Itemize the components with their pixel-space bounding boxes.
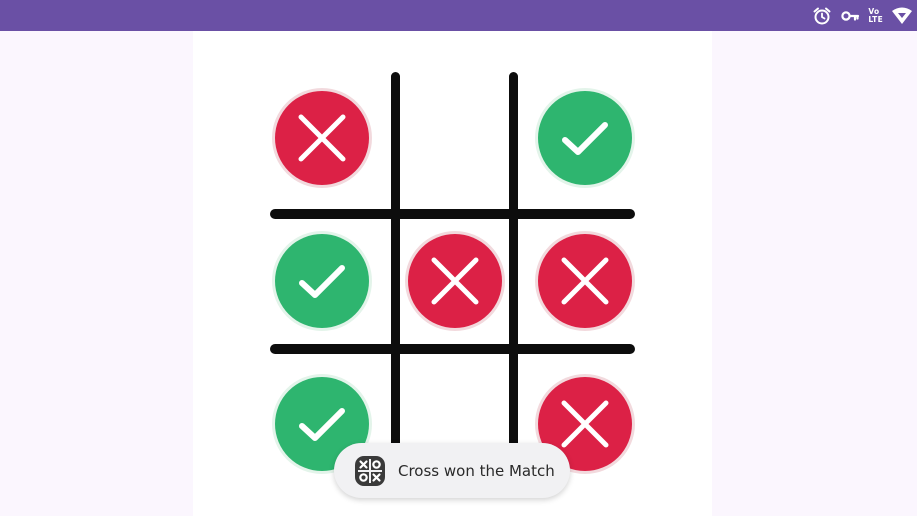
- alarm-icon: [812, 6, 832, 26]
- volte-signal-icon: Vo LTE: [868, 8, 883, 24]
- cell-top-right-check: [538, 91, 632, 185]
- wifi-signal-icon: [891, 6, 913, 26]
- cell-middle-center-cross: [408, 234, 502, 328]
- lte-label: LTE: [868, 15, 883, 24]
- grid-line-vertical-right: [509, 72, 518, 492]
- grid-line-horizontal-bottom: [270, 344, 635, 354]
- cross-icon: [295, 111, 349, 165]
- cell-middle-right-cross: [538, 234, 632, 328]
- cell-top-left-cross: [275, 91, 369, 185]
- check-icon: [558, 111, 612, 165]
- check-icon: [295, 254, 349, 308]
- cross-icon: [558, 254, 612, 308]
- result-toast: Cross won the Match: [334, 443, 570, 498]
- tic-tac-toe-app-icon: [354, 455, 386, 487]
- status-icons: Vo LTE: [812, 4, 913, 28]
- status-bar: Vo LTE: [0, 0, 917, 31]
- grid-line-vertical-left: [391, 72, 400, 492]
- grid-line-horizontal-top: [270, 209, 635, 219]
- cell-middle-left-check: [275, 234, 369, 328]
- toast-message: Cross won the Match: [398, 461, 555, 480]
- cross-icon: [428, 254, 482, 308]
- check-icon: [295, 397, 349, 451]
- cross-icon: [558, 397, 612, 451]
- vpn-key-icon: [840, 6, 860, 26]
